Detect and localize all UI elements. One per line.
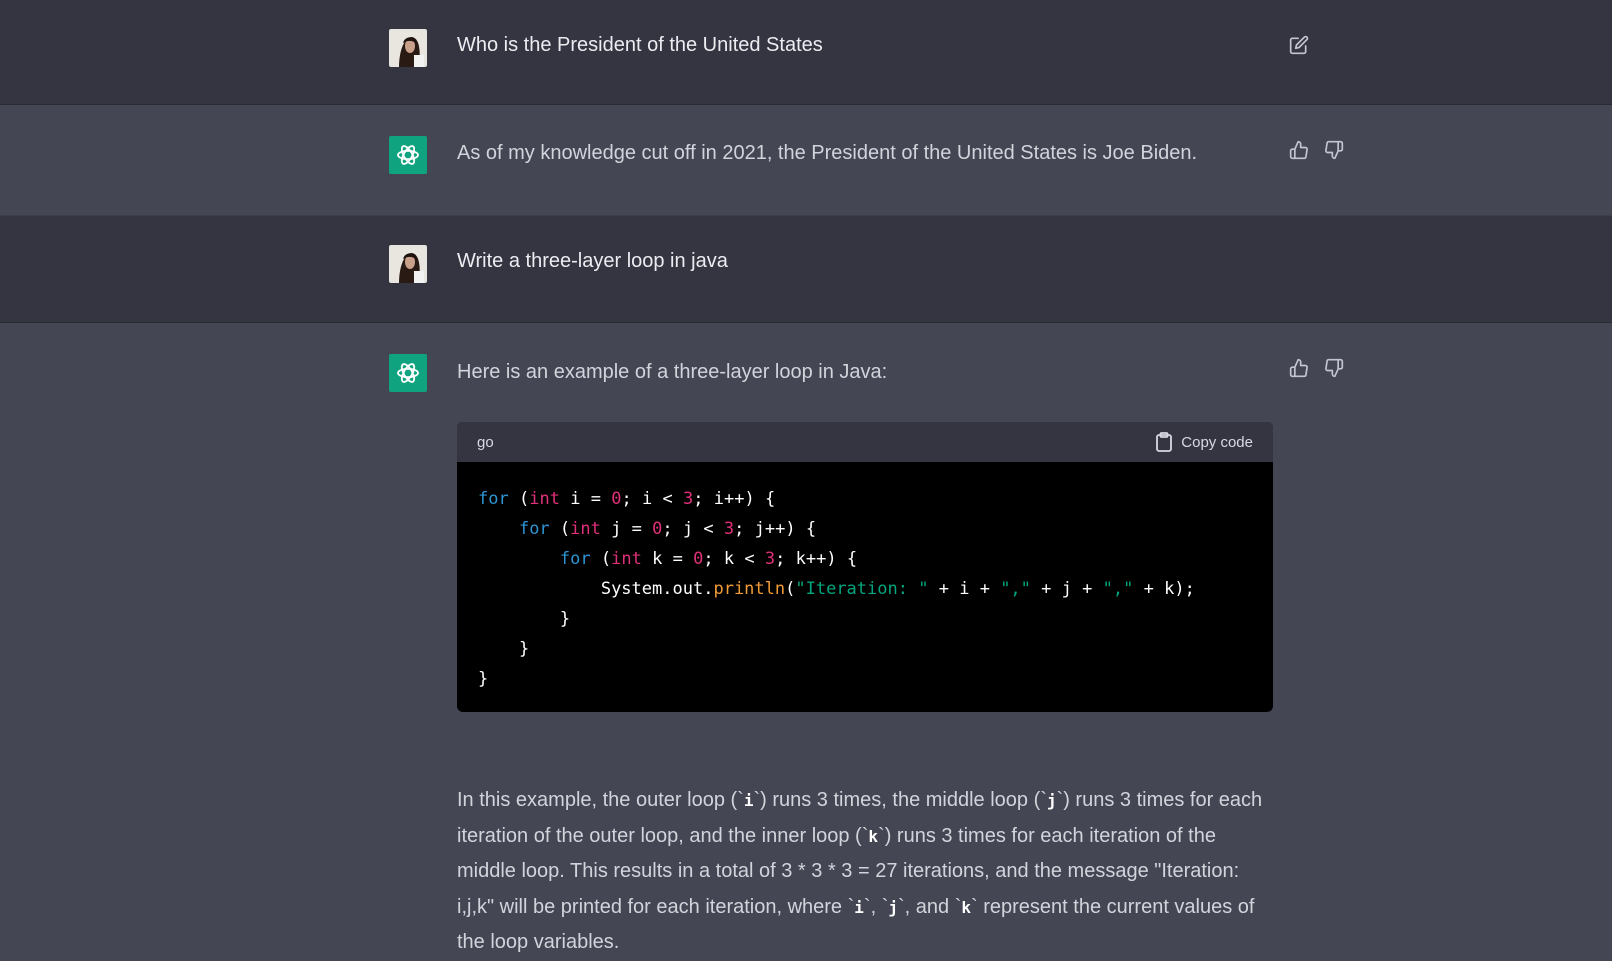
- copy-code-label: Copy code: [1181, 433, 1253, 451]
- assistant-message-text: As of my knowledge cut off in 2021, the …: [457, 142, 1198, 164]
- user-avatar: [389, 245, 427, 283]
- code-line: }: [518, 639, 530, 659]
- clipboard-icon: [1156, 432, 1173, 452]
- code-line: for (int i = 0; i < 3; i++) {: [478, 489, 776, 509]
- code-line: for (int j = 0; j < 3; j++) {: [518, 519, 817, 539]
- user-message-text: Who is the President of the United State…: [457, 34, 823, 56]
- code-line: System.out.println("Iteration: " + i + "…: [600, 579, 1195, 599]
- assistant-intro-text: Here is an example of a three-layer loop…: [457, 361, 888, 383]
- thumbs-up-icon[interactable]: [1287, 356, 1311, 380]
- edit-icon[interactable]: [1287, 33, 1311, 57]
- assistant-message-row: As of my knowledge cut off in 2021, the …: [0, 105, 1612, 216]
- user-message-row: Write a three-layer loop in java: [0, 216, 1612, 323]
- code-line: }: [478, 669, 489, 689]
- assistant-explanation-text: In this example, the outer loop (`i`) ru…: [457, 789, 1263, 953]
- inline-code: j: [1046, 791, 1057, 810]
- code-block-header: go Copy code: [457, 422, 1273, 462]
- user-message-text: Write a three-layer loop in java: [457, 250, 728, 272]
- thumbs-down-icon[interactable]: [1322, 356, 1346, 380]
- assistant-message-row: Here is an example of a three-layer loop…: [0, 323, 1612, 960]
- openai-logo-icon: [389, 354, 427, 392]
- user-message-row: Who is the President of the United State…: [0, 0, 1612, 105]
- code-content: for (int i = 0; i < 3; i++) { for (int j…: [457, 462, 1273, 712]
- inline-code: k: [961, 897, 971, 917]
- thumbs-down-icon[interactable]: [1322, 138, 1346, 162]
- inline-code: k: [868, 826, 879, 846]
- copy-code-button[interactable]: Copy code: [1155, 432, 1253, 452]
- thumbs-up-icon[interactable]: [1287, 138, 1311, 162]
- code-block: go Copy code for (int i = 0; i < 3; i++)…: [457, 422, 1273, 712]
- code-line: for (int k = 0; k < 3; k++) {: [559, 549, 858, 569]
- code-language-label: go: [477, 433, 494, 451]
- openai-logo-icon: [389, 136, 427, 174]
- inline-code: j: [888, 897, 898, 917]
- inline-code: i: [854, 897, 864, 917]
- code-line: }: [559, 609, 571, 629]
- user-avatar: [389, 29, 427, 67]
